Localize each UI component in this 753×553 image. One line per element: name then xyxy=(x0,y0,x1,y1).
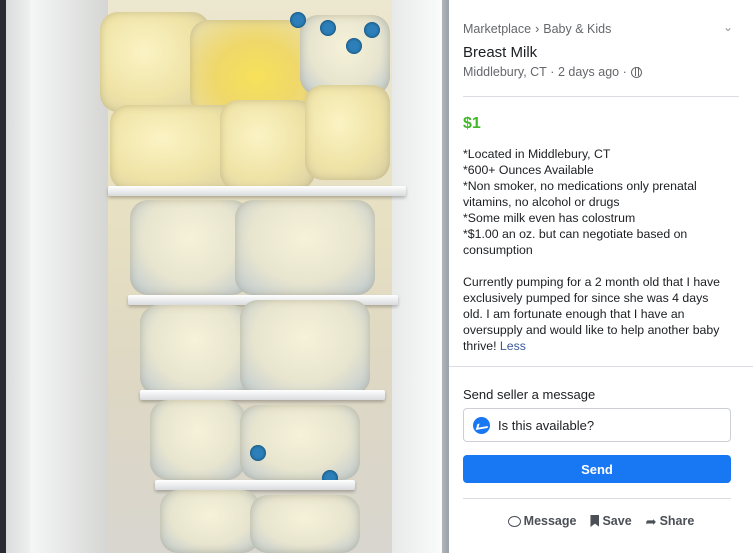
listing-photo[interactable] xyxy=(0,0,449,553)
send-message-label: Send seller a message xyxy=(463,387,596,402)
description-line: exclusively pumped for since she was 4 d… xyxy=(463,291,709,305)
send-button[interactable]: Send xyxy=(463,455,731,483)
bag-cap xyxy=(290,12,306,28)
bag-cap xyxy=(346,38,362,54)
milk-bag xyxy=(160,490,260,553)
breadcrumb: Marketplace › Baby & Kids xyxy=(463,22,611,36)
description-last-line: thrive! Less xyxy=(463,338,743,354)
description-line: *Located in Middlebury, CT xyxy=(463,147,611,161)
listing-actions: Message Save ➦ Share xyxy=(449,514,753,528)
milk-bag xyxy=(220,100,315,190)
milk-bag xyxy=(130,200,250,295)
save-action-label: Save xyxy=(602,514,632,528)
listing-title: Breast Milk xyxy=(463,44,538,61)
freezer-door xyxy=(30,0,108,553)
description-line: old. I am fortunate enough that I have a… xyxy=(463,307,685,321)
freezer-shelf xyxy=(108,186,406,196)
bookmark-icon xyxy=(590,515,600,527)
message-action-label: Message xyxy=(523,514,577,528)
description-line: *$1.00 an oz. but can negotiate based on xyxy=(463,227,688,241)
message-input[interactable]: Is this available? xyxy=(463,408,731,442)
listing-location[interactable]: Middlebury, CT xyxy=(463,65,547,79)
message-input-value[interactable]: Is this available? xyxy=(498,418,594,433)
milk-bag xyxy=(140,305,250,395)
divider xyxy=(463,96,739,97)
listing-meta: Middlebury, CT · 2 days ago · xyxy=(463,65,642,79)
milk-bag xyxy=(250,495,360,553)
listing-price: $1 xyxy=(463,115,481,132)
description-line: consumption xyxy=(463,243,533,257)
description-line: *Non smoker, no medications only prenata… xyxy=(463,179,697,193)
meta-separator: · xyxy=(546,65,558,79)
breadcrumb-marketplace[interactable]: Marketplace xyxy=(463,22,531,36)
description-line: oversupply and would like to help anothe… xyxy=(463,323,720,337)
description-line: Currently pumping for a 2 month old that… xyxy=(463,275,721,289)
description-line: vitamins, no alcohol or drugs xyxy=(463,195,620,209)
globe-icon xyxy=(630,66,642,78)
listing-posted-time: 2 days ago xyxy=(557,65,620,79)
messenger-icon xyxy=(473,416,490,434)
chevron-down-icon[interactable]: ⌄ xyxy=(723,20,733,34)
milk-bag xyxy=(150,400,245,480)
milk-bag xyxy=(240,405,360,480)
meta-separator: · xyxy=(619,65,627,79)
breadcrumb-separator: › xyxy=(535,22,540,36)
description-line: *600+ Ounces Available xyxy=(463,163,594,177)
bag-cap xyxy=(250,445,266,461)
listing-description: *Located in Middlebury, CT *600+ Ounces … xyxy=(463,146,743,354)
bag-cap xyxy=(364,22,380,38)
chat-bubble-icon xyxy=(507,515,521,527)
bag-cap xyxy=(320,20,336,36)
description-line: *Some milk even has colostrum xyxy=(463,211,636,225)
breadcrumb-category[interactable]: Baby & Kids xyxy=(543,22,611,36)
milk-bag xyxy=(235,200,375,295)
description-spacer xyxy=(463,258,743,274)
share-action-label: Share xyxy=(659,514,695,528)
description-line: thrive! xyxy=(463,339,497,353)
share-arrow-icon: ➦ xyxy=(645,513,657,529)
divider xyxy=(449,366,753,367)
freezer-side-wall xyxy=(392,0,442,553)
freezer-shelf xyxy=(155,480,355,490)
share-action-button[interactable]: ➦ Share xyxy=(646,514,695,528)
less-link[interactable]: Less xyxy=(500,339,526,353)
message-action-button[interactable]: Message xyxy=(507,514,577,528)
milk-bag xyxy=(305,85,390,180)
divider xyxy=(463,498,731,499)
save-action-button[interactable]: Save xyxy=(590,514,632,528)
listing-details-panel: Marketplace › Baby & Kids ⌄ Breast Milk Mi… xyxy=(449,0,753,553)
freezer-shelf xyxy=(140,390,385,400)
milk-bag xyxy=(240,300,370,395)
